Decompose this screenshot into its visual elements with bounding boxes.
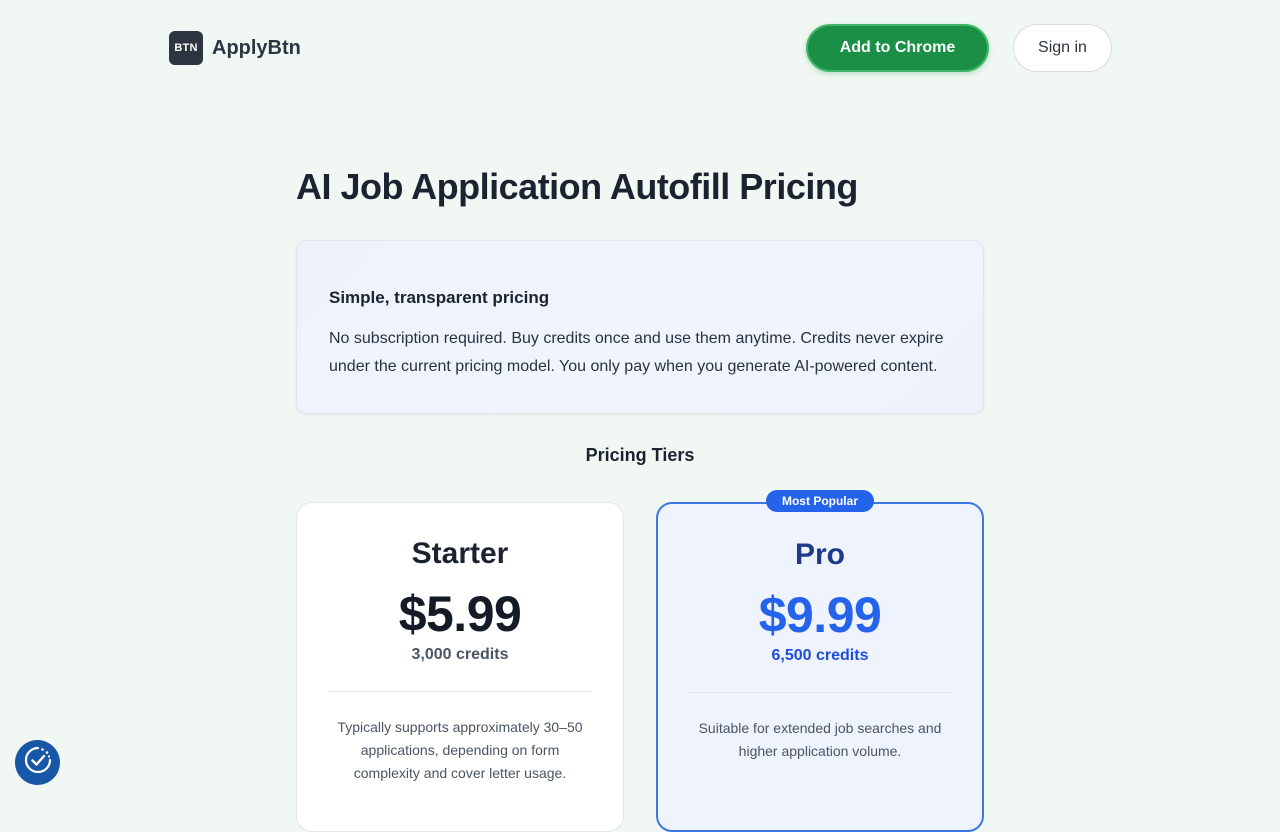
tier-price: $9.99 (758, 587, 882, 643)
sign-in-button[interactable]: Sign in (1013, 24, 1112, 72)
tiers-heading: Pricing Tiers (585, 445, 695, 465)
most-popular-badge: Most Popular (766, 490, 874, 512)
brand-logo: BTN (169, 31, 203, 65)
brand-link[interactable]: BTN ApplyBtn (169, 31, 301, 65)
site-header: BTN ApplyBtn Add to Chrome Sign in (0, 0, 1280, 96)
tier-description: Typically supports approximately 30–50 a… (337, 719, 583, 781)
tier-credits: 3,000 credits (411, 646, 509, 663)
info-heading: Simple, transparent pricing (329, 288, 550, 307)
add-to-chrome-button[interactable]: Add to Chrome (806, 24, 989, 72)
cookie-consent-icon (23, 745, 53, 780)
pricing-card-starter: Starter $5.99 3,000 credits Typically su… (296, 502, 624, 832)
tier-divider (329, 691, 591, 692)
tier-price: $5.99 (398, 586, 522, 642)
tier-credits: 6,500 credits (771, 647, 869, 664)
pricing-card-pro: Pro $9.99 6,500 credits Suitable for ext… (656, 502, 984, 832)
pricing-info-box: Simple, transparent pricing No subscript… (296, 240, 984, 414)
tier-description: Suitable for extended job searches and h… (698, 720, 942, 759)
tier-name: Starter (411, 537, 509, 570)
tier-divider (690, 692, 950, 693)
brand-name: ApplyBtn (212, 36, 301, 59)
cookie-consent-button[interactable] (15, 740, 60, 785)
page-title: AI Job Application Autofill Pricing (296, 166, 858, 207)
info-text: No subscription required. Buy credits on… (329, 330, 944, 375)
tier-name: Pro (794, 538, 845, 571)
